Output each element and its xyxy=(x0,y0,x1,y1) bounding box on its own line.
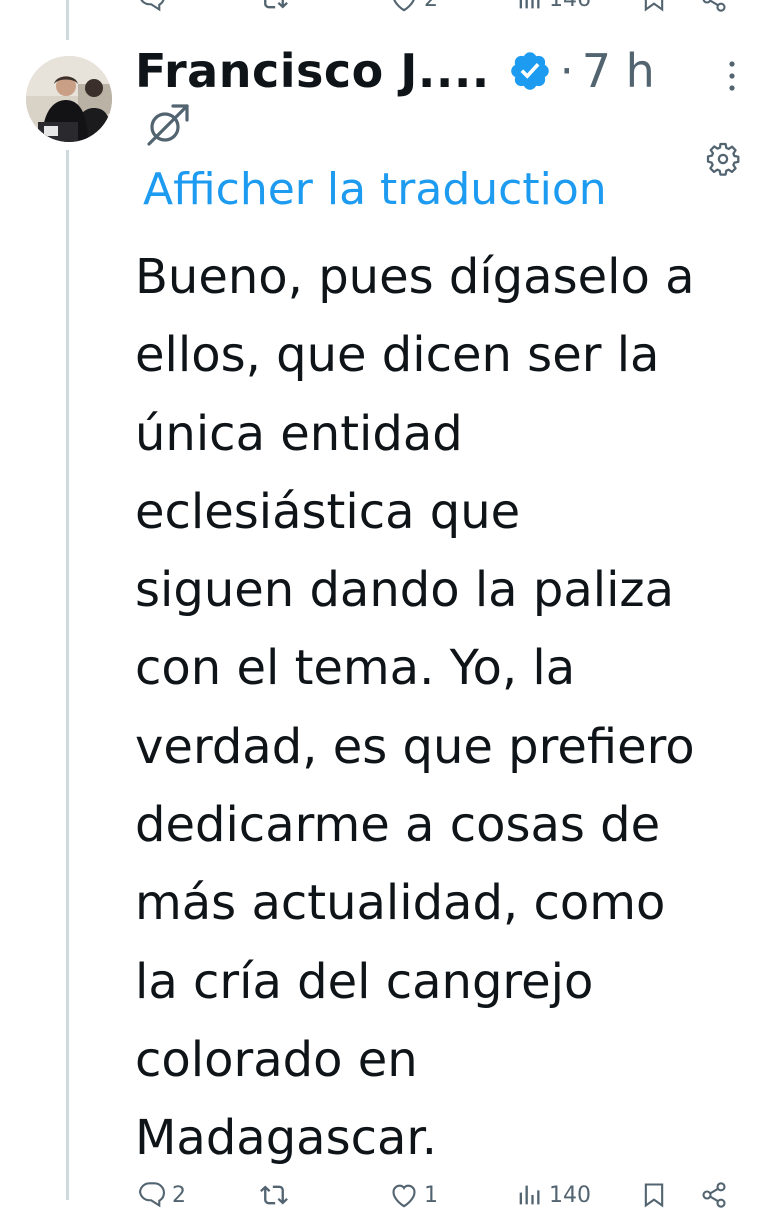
tweet-text-line: Bueno, pues dígaselo a xyxy=(135,249,695,305)
thread-line-top xyxy=(66,0,69,40)
avatar[interactable] xyxy=(26,56,112,142)
tweet-text-line: única entidad xyxy=(135,405,463,462)
retweet-icon xyxy=(260,1185,288,1205)
tweet-text-line: más actualidad, como xyxy=(135,875,666,932)
views-icon xyxy=(519,1185,540,1205)
link-icon xyxy=(147,104,189,146)
heart-icon xyxy=(392,1184,416,1208)
reply-icon xyxy=(138,1182,166,1208)
tweet-text-line: ellos, que dicen ser la xyxy=(135,327,660,384)
avatar-photo xyxy=(26,56,112,142)
tweet-text-line: con el tema. Yo, la xyxy=(135,640,576,697)
heart-icon xyxy=(393,0,415,12)
tweet-text-line: dedicarme a cosas de xyxy=(135,797,661,854)
tweet-text-line: verdad, es que prefiero xyxy=(135,718,695,775)
thread-line-bottom xyxy=(66,150,69,1200)
reply-icon xyxy=(140,0,165,12)
tweet-text-line: Madagascar. xyxy=(135,1110,437,1167)
tweet-action-bar: 2 1 140 xyxy=(120,1180,755,1210)
views-icon xyxy=(519,0,540,9)
tweet-text-line: colorado en xyxy=(135,1031,418,1088)
tweet-text-line: eclesiástica que xyxy=(135,483,521,540)
bookmark-button[interactable] xyxy=(640,1181,668,1209)
share-icon xyxy=(702,0,726,12)
reply-button[interactable]: 2 xyxy=(138,1181,186,1209)
share-icon xyxy=(702,1182,726,1208)
retweet-button[interactable] xyxy=(260,1181,294,1209)
author-name[interactable]: Francisco J.... xyxy=(135,44,490,98)
retweet-button-prev[interactable] xyxy=(260,0,294,13)
share-button-prev[interactable] xyxy=(700,0,728,13)
like-count: 1 xyxy=(424,1182,438,1208)
views-button[interactable]: 140 xyxy=(515,1181,591,1209)
bookmark-button-prev[interactable] xyxy=(640,0,668,13)
tweet-text: Bueno, pues dígaselo a ellos, que dicen … xyxy=(135,238,760,1178)
verified-badge-icon xyxy=(510,52,549,90)
bookmark-icon xyxy=(644,1183,664,1208)
views-button-prev[interactable]: 146 xyxy=(515,0,591,13)
share-button[interactable] xyxy=(700,1181,728,1209)
previous-tweet-action-bar: 2 146 xyxy=(120,0,755,14)
reply-count: 2 xyxy=(172,1182,186,1208)
views-count: 140 xyxy=(549,1182,591,1208)
like-button[interactable]: 1 xyxy=(390,1181,438,1209)
bookmark-icon xyxy=(644,0,664,12)
like-button-prev[interactable]: 2 xyxy=(390,0,438,13)
tweet-text-line: siguen dando la paliza xyxy=(135,562,675,619)
more-vertical-icon[interactable] xyxy=(722,58,742,94)
tweet-header: Francisco J.... · 7 h xyxy=(135,36,655,106)
like-count-prev: 2 xyxy=(424,0,438,12)
views-count-prev: 146 xyxy=(549,0,591,12)
reply-button-prev[interactable] xyxy=(138,0,172,13)
show-translation-link[interactable]: Afficher la traduction xyxy=(143,164,607,215)
retweet-icon xyxy=(264,0,288,9)
header-separator: · xyxy=(559,45,574,97)
gear-icon[interactable] xyxy=(705,141,741,177)
tweet-text-line: la cría del cangrejo xyxy=(135,953,594,1010)
timestamp[interactable]: 7 h xyxy=(582,44,655,98)
